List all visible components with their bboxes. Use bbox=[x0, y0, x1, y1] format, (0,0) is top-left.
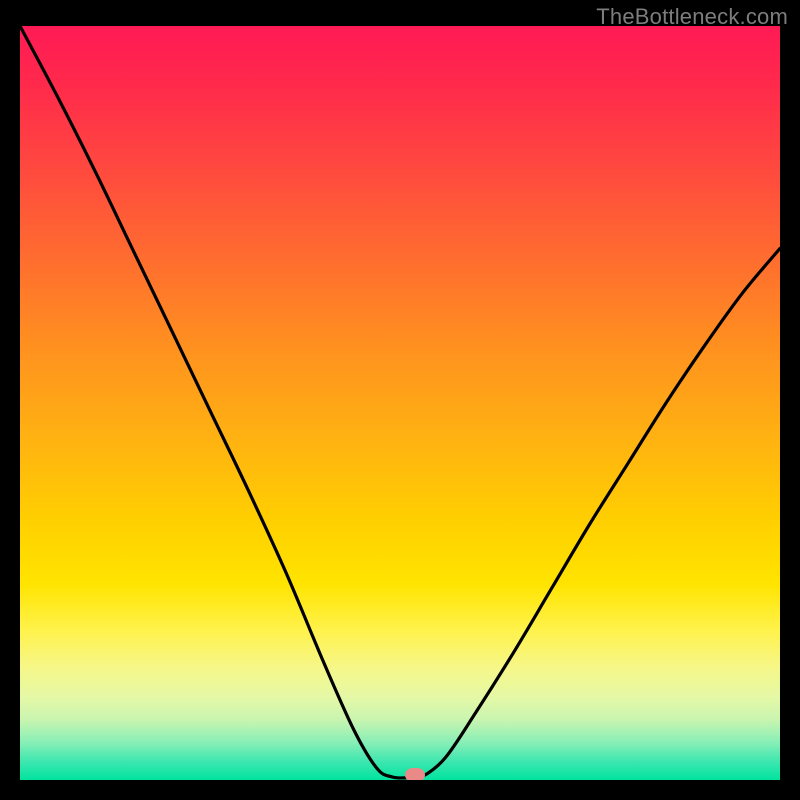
optimum-marker bbox=[405, 768, 425, 780]
watermark-label: TheBottleneck.com bbox=[596, 4, 788, 30]
bottleneck-curve bbox=[20, 26, 780, 780]
bottleneck-curve-path bbox=[20, 26, 780, 778]
plot-area bbox=[20, 26, 780, 780]
chart-stage: TheBottleneck.com bbox=[0, 0, 800, 800]
